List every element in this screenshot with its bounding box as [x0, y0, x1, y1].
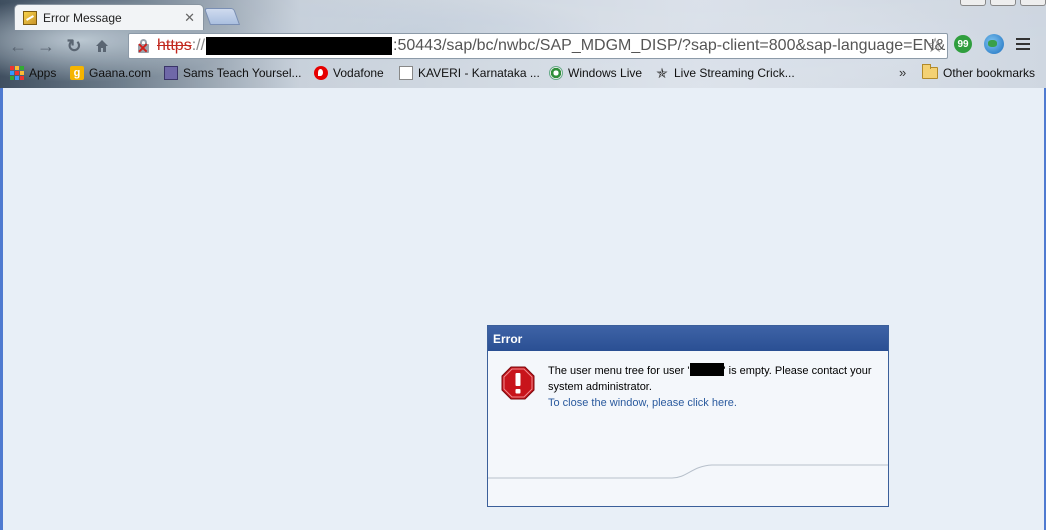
dialog-body: The user menu tree for user ' ' is empty.… [488, 351, 888, 411]
tab-title: Error Message [43, 10, 122, 25]
bookmarks-overflow-icon[interactable]: » [899, 65, 906, 80]
vodafone-icon [314, 66, 328, 80]
extension-green-icon[interactable]: 99 [954, 35, 972, 53]
bookmark-label: Gaana.com [89, 66, 152, 80]
page-icon [399, 66, 413, 80]
extension-icons: 99 [954, 34, 1030, 54]
bookmark-label: Vodafone [333, 66, 384, 80]
dialog-title: Error [488, 326, 888, 351]
broken-lock-icon[interactable]: ✕ [137, 39, 151, 55]
back-icon[interactable]: ← [4, 32, 32, 60]
message-part-1: The user menu tree for user ' [548, 365, 690, 377]
folder-icon [922, 64, 938, 79]
book-icon [164, 66, 178, 80]
bookmark-sams[interactable]: Sams Teach Yoursel... [164, 66, 302, 80]
bookmark-windows-live[interactable]: Windows Live [549, 66, 642, 80]
windows-live-icon [549, 66, 563, 80]
window-controls [960, 0, 1046, 6]
dialog-footer-decoration [488, 464, 888, 479]
bookmark-vodafone[interactable]: Vodafone [314, 66, 384, 80]
gaana-icon: g [70, 66, 84, 80]
browser-tab[interactable]: Error Message ✕ [14, 4, 204, 30]
bookmark-label: Windows Live [568, 66, 643, 80]
bookmark-label: KAVERI - Karnataka ... [418, 66, 540, 80]
apps-icon [10, 66, 24, 80]
bookmark-label: Apps [29, 66, 57, 80]
bookmark-label: Sams Teach Yoursel... [183, 66, 302, 80]
bookmarks-bar: Apps g Gaana.com Sams Teach Yoursel... V… [4, 62, 1046, 88]
reload-icon[interactable]: ↻ [60, 32, 88, 60]
browser-chrome: Error Message ✕ ← → ↻ ✕ https :// :50443… [0, 0, 1046, 88]
favicon-icon [23, 10, 37, 25]
url-separator: :// [191, 37, 206, 54]
bookmark-live-streaming[interactable]: ✯ Live Streaming Crick... [655, 66, 795, 80]
bookmark-star-icon[interactable]: ☆ [926, 35, 944, 57]
home-icon[interactable] [88, 32, 116, 60]
bookmark-gaana[interactable]: g Gaana.com [70, 66, 151, 80]
address-bar[interactable]: ✕ https :// :50443/sap/bc/nwbc/SAP_MDGM_… [128, 33, 948, 59]
maximize-button[interactable] [990, 0, 1016, 6]
url-path: :50443/sap/bc/nwbc/SAP_MDGM_DISP/?sap-cl… [393, 37, 946, 54]
url-scheme: https [157, 37, 192, 54]
bookmark-apps[interactable]: Apps [10, 66, 56, 80]
bookmark-kaveri[interactable]: KAVERI - Karnataka ... [399, 66, 540, 80]
close-window-button[interactable] [1020, 0, 1046, 6]
minimize-button[interactable] [960, 0, 986, 6]
menu-icon[interactable] [1016, 38, 1030, 50]
redacted-host [206, 37, 393, 55]
close-window-link[interactable]: To close the window, please click here. [548, 397, 737, 409]
forward-icon[interactable]: → [32, 32, 60, 60]
tab-close-icon[interactable]: ✕ [184, 11, 195, 24]
browser-toolbar: ← → ↻ ✕ https :// :50443/sap/bc/nwbc/SAP… [4, 30, 1046, 62]
error-icon [501, 366, 535, 400]
extension-globe-icon[interactable] [984, 34, 1004, 54]
new-tab-button[interactable] [203, 8, 241, 25]
other-bookmarks-label: Other bookmarks [943, 66, 1036, 80]
error-message: The user menu tree for user ' ' is empty.… [548, 363, 878, 395]
bookmark-label: Live Streaming Crick... [674, 66, 795, 80]
runner-icon: ✯ [656, 65, 668, 81]
other-bookmarks[interactable]: Other bookmarks [922, 64, 1036, 80]
redacted-username [689, 363, 724, 376]
error-dialog: Error The user menu tree for user ' ' is … [487, 325, 889, 507]
